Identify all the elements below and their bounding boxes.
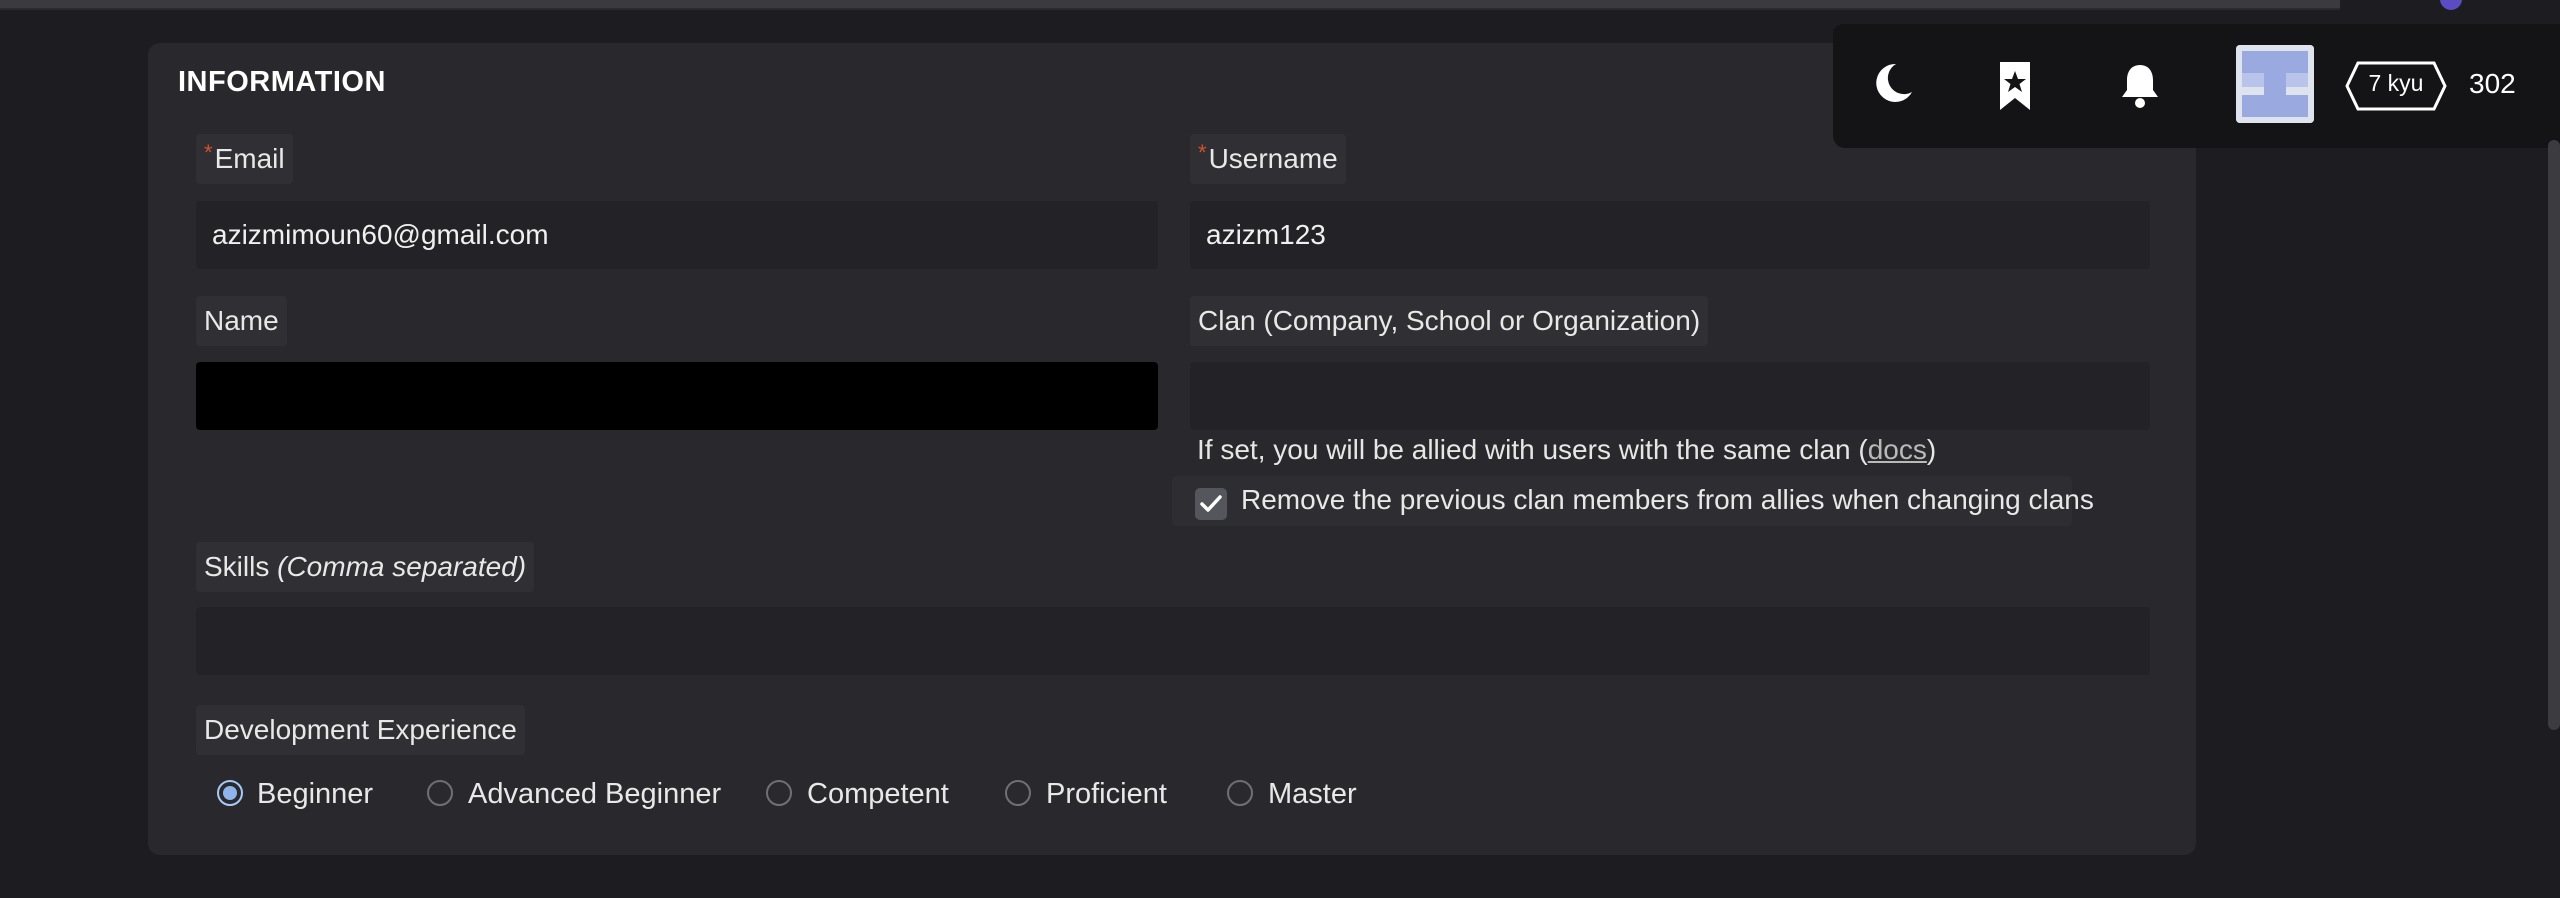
browser-top-strip (0, 0, 2340, 10)
bookmark-star-icon[interactable] (1997, 60, 2033, 112)
required-mark: * (1198, 140, 1207, 165)
username-field[interactable] (1190, 201, 2150, 269)
radio-label-advanced-beginner: Advanced Beginner (468, 778, 722, 810)
clan-hint: If set, you will be allied with users wi… (1197, 434, 1937, 465)
rank-text: 7 kyu (2368, 70, 2424, 96)
clan-field[interactable] (1190, 362, 2150, 430)
skills-label: Skills (Comma separated) (196, 542, 535, 592)
name-field[interactable] (196, 362, 1158, 430)
radio-label-beginner: Beginner (257, 778, 374, 810)
email-field[interactable] (196, 201, 1158, 269)
radio-label-competent: Competent (807, 778, 949, 810)
identicon-image (2236, 45, 2314, 123)
radio-competent[interactable] (766, 780, 792, 806)
radio-label-proficient: Proficient (1046, 778, 1167, 810)
avatar[interactable] (2236, 45, 2314, 123)
radio-proficient[interactable] (1005, 780, 1031, 806)
clan-label: Clan (Company, School or Organization) (1190, 296, 1709, 346)
experience-label: Development Experience (196, 705, 525, 755)
user-navbar (1833, 24, 2560, 148)
remove-clan-allies-checkbox[interactable] (1195, 488, 1227, 520)
bell-icon[interactable] (2118, 62, 2162, 110)
required-mark: * (204, 140, 213, 165)
name-label: Name (196, 296, 287, 346)
radio-advanced-beginner[interactable] (427, 780, 453, 806)
email-label: *Email (196, 134, 293, 184)
docs-link[interactable]: docs (1868, 434, 1927, 465)
rank-badge[interactable]: 7 kyu (2344, 60, 2448, 117)
scrollbar[interactable] (2548, 140, 2560, 730)
remove-clan-allies-label: Remove the previous clan members from al… (1241, 484, 2094, 515)
radio-label-master: Master (1268, 778, 1357, 810)
section-title: INFORMATION (178, 66, 386, 98)
radio-beginner[interactable] (217, 780, 243, 806)
checkmark-icon (1200, 495, 1222, 512)
radio-master[interactable] (1227, 780, 1253, 806)
moon-icon[interactable] (1874, 62, 1914, 104)
skills-field[interactable] (196, 607, 2150, 675)
honor-count: 302 (2469, 68, 2516, 99)
username-label: *Username (1190, 134, 1346, 184)
skills-label-note: (Comma separated) (277, 551, 527, 582)
